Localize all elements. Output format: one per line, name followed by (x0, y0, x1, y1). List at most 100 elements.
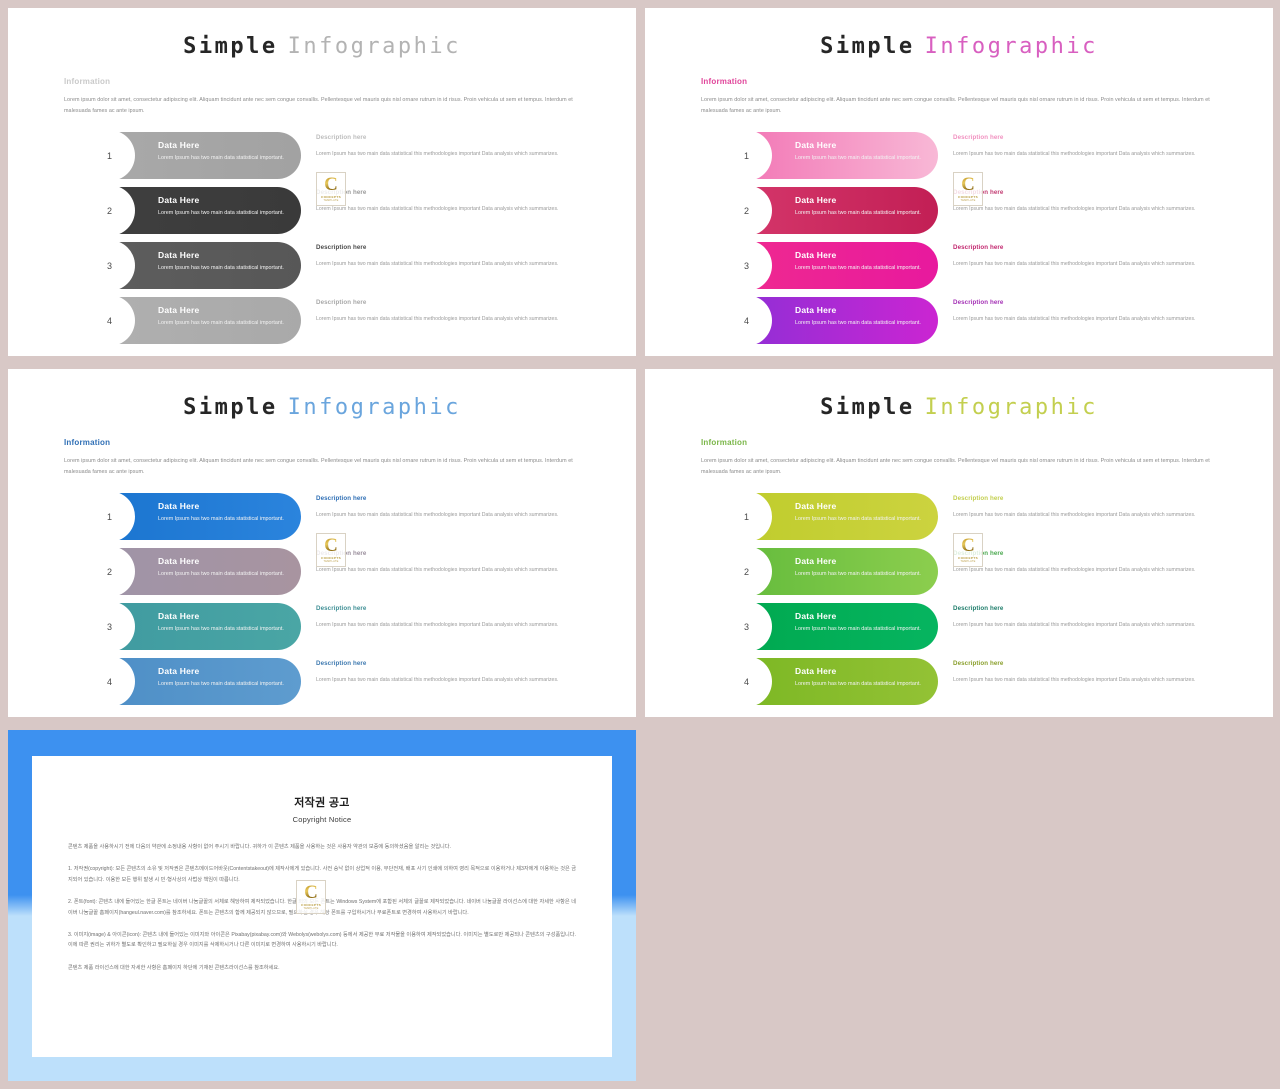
title-strong: Simple (820, 395, 915, 420)
description-block: Description here Lorem Ipsum has two main… (316, 242, 574, 269)
information-block: Information Lorem ipsum dolor sit amet, … (64, 77, 574, 116)
title-accent: Infographic (287, 395, 461, 420)
information-body: Lorem ipsum dolor sit amet, consectetur … (701, 458, 1210, 475)
page-title: Simple Infographic (8, 395, 636, 420)
pill-subtext: Lorem Ipsum has two main data statistica… (158, 320, 284, 327)
description-block: Description here Lorem Ipsum has two main… (316, 187, 574, 214)
step-number-badge: 1 (721, 491, 772, 543)
step-number-badge: 2 (84, 185, 135, 237)
information-block: Information Lorem ipsum dolor sit amet, … (701, 77, 1211, 116)
description-body: Lorem Ipsum has two main data statistica… (953, 622, 1196, 629)
step-number-badge: 3 (84, 601, 135, 653)
data-pill[interactable]: 1 Data Here Lorem Ipsum has two main data … (84, 491, 301, 543)
title-strong: Simple (183, 395, 278, 420)
description-heading: Description here (953, 550, 1004, 558)
information-heading: Information (701, 438, 748, 447)
pill-title: Data Here (158, 556, 200, 567)
description-heading: Description here (316, 244, 367, 252)
data-row[interactable]: 1 Data Here Lorem Ipsum has two main data … (84, 491, 636, 543)
description-block: Description here Lorem Ipsum has two main… (316, 658, 574, 685)
information-block: Information Lorem ipsum dolor sit amet, … (64, 438, 574, 477)
description-block: Description here Lorem Ipsum has two main… (953, 132, 1211, 159)
description-heading: Description here (316, 189, 367, 197)
data-row[interactable]: 3 Data Here Lorem Ipsum has two main data … (84, 240, 636, 292)
pill-title: Data Here (795, 250, 837, 261)
description-heading: Description here (316, 605, 367, 613)
data-pill[interactable]: 4 Data Here Lorem Ipsum has two main data … (721, 656, 938, 708)
step-number-badge: 1 (721, 130, 772, 182)
pill-subtext: Lorem Ipsum has two main data statistica… (158, 681, 284, 688)
data-row[interactable]: 4 Data Here Lorem Ipsum has two main data … (84, 656, 636, 708)
description-block: Description here Lorem Ipsum has two main… (953, 187, 1211, 214)
pill-title: Data Here (795, 305, 837, 316)
data-row[interactable]: 2 Data Here Lorem Ipsum has two main data … (721, 546, 1273, 598)
data-row[interactable]: 1 Data Here Lorem Ipsum has two main data … (721, 130, 1273, 182)
pill-subtext: Lorem Ipsum has two main data statistica… (158, 571, 284, 578)
title-accent: Infographic (924, 395, 1098, 420)
pill-title: Data Here (158, 305, 200, 316)
description-block: Description here Lorem Ipsum has two main… (953, 297, 1211, 324)
slide-copyright-notice[interactable]: 저작권 공고 Copyright Notice 콘텐츠 제품을 사용하시기 전에… (8, 730, 636, 1081)
data-pill[interactable]: 2 Data Here Lorem Ipsum has two main data … (84, 546, 301, 598)
data-row[interactable]: 3 Data Here Lorem Ipsum has two main data … (721, 240, 1273, 292)
description-body: Lorem Ipsum has two main data statistica… (316, 206, 559, 213)
description-body: Lorem Ipsum has two main data statistica… (953, 567, 1196, 574)
step-number-badge: 3 (721, 601, 772, 653)
title-strong: Simple (820, 34, 915, 59)
data-pill[interactable]: 3 Data Here Lorem Ipsum has two main data … (84, 601, 301, 653)
data-pill[interactable]: 4 Data Here Lorem Ipsum has two main data … (84, 656, 301, 708)
pill-title: Data Here (158, 195, 200, 206)
data-row[interactable]: 1 Data Here Lorem Ipsum has two main data … (84, 130, 636, 182)
data-pill[interactable]: 4 Data Here Lorem Ipsum has two main data … (84, 295, 301, 347)
data-row[interactable]: 4 Data Here Lorem Ipsum has two main data … (721, 295, 1273, 347)
data-row[interactable]: 4 Data Here Lorem Ipsum has two main data … (721, 656, 1273, 708)
step-number-badge: 2 (721, 546, 772, 598)
pill-title: Data Here (158, 140, 200, 151)
slide-green[interactable]: Simple Infographic Information Lorem ipsu… (645, 369, 1273, 717)
information-heading: Information (64, 77, 111, 86)
screenshot-canvas: Simple Infographic Information Lorem ipsu… (0, 0, 1280, 1089)
data-row[interactable]: 2 Data Here Lorem Ipsum has two main data … (84, 185, 636, 237)
copyright-paper: 저작권 공고 Copyright Notice 콘텐츠 제품을 사용하시기 전에… (32, 756, 612, 1057)
pill-title: Data Here (158, 250, 200, 261)
data-pill[interactable]: 3 Data Here Lorem Ipsum has two main data … (721, 601, 938, 653)
data-row[interactable]: 2 Data Here Lorem Ipsum has two main data … (721, 185, 1273, 237)
data-row[interactable]: 2 Data Here Lorem Ipsum has two main data … (84, 546, 636, 598)
title-accent: Infographic (287, 34, 461, 59)
description-body: Lorem Ipsum has two main data statistica… (316, 622, 559, 629)
description-block: Description here Lorem Ipsum has two main… (953, 603, 1211, 630)
description-block: Description here Lorem Ipsum has two main… (953, 548, 1211, 575)
description-heading: Description here (953, 134, 1004, 142)
data-row[interactable]: 1 Data Here Lorem Ipsum has two main data … (721, 491, 1273, 543)
data-pill[interactable]: 3 Data Here Lorem Ipsum has two main data … (84, 240, 301, 292)
data-row[interactable]: 3 Data Here Lorem Ipsum has two main data … (721, 601, 1273, 653)
description-heading: Description here (316, 660, 367, 668)
data-row[interactable]: 4 Data Here Lorem Ipsum has two main data … (84, 295, 636, 347)
information-body: Lorem ipsum dolor sit amet, consectetur … (64, 458, 573, 475)
pill-subtext: Lorem Ipsum has two main data statistica… (795, 155, 921, 162)
data-pill[interactable]: 1 Data Here Lorem Ipsum has two main data … (84, 130, 301, 182)
data-pill[interactable]: 2 Data Here Lorem Ipsum has two main data … (84, 185, 301, 237)
slide-pink[interactable]: Simple Infographic Information Lorem ipsu… (645, 8, 1273, 356)
copyright-paragraph: 1. 저작권(copyright): 모든 콘텐츠의 소유 및 저작권은 콘텐츠… (68, 866, 576, 883)
data-pill[interactable]: 2 Data Here Lorem Ipsum has two main data … (721, 185, 938, 237)
copyright-body: 콘텐츠 제품을 사용하시기 전에 다음의 약관에 소정내용 사항이 없어 주시기… (68, 842, 576, 973)
pill-title: Data Here (795, 140, 837, 151)
data-row[interactable]: 3 Data Here Lorem Ipsum has two main data … (84, 601, 636, 653)
pill-title: Data Here (158, 611, 200, 622)
slide-gray[interactable]: Simple Infographic Information Lorem ipsu… (8, 8, 636, 356)
data-pill[interactable]: 1 Data Here Lorem Ipsum has two main data … (721, 130, 938, 182)
page-title: Simple Infographic (8, 34, 636, 59)
description-body: Lorem Ipsum has two main data statistica… (316, 677, 559, 684)
slide-blue[interactable]: Simple Infographic Information Lorem ipsu… (8, 369, 636, 717)
pill-subtext: Lorem Ipsum has two main data statistica… (158, 516, 284, 523)
data-pill[interactable]: 1 Data Here Lorem Ipsum has two main data … (721, 491, 938, 543)
data-pill[interactable]: 2 Data Here Lorem Ipsum has two main data … (721, 546, 938, 598)
data-pill[interactable]: 4 Data Here Lorem Ipsum has two main data … (721, 295, 938, 347)
copyright-title: 저작권 공고 (294, 797, 350, 809)
description-block: Description here Lorem Ipsum has two main… (953, 493, 1211, 520)
description-body: Lorem Ipsum has two main data statistica… (316, 316, 559, 323)
data-pill[interactable]: 3 Data Here Lorem Ipsum has two main data … (721, 240, 938, 292)
copyright-paragraph: 2. 폰트(font): 콘텐츠 내에 들어있는 한글 폰트는 네이버 나눔글꼴… (68, 899, 576, 916)
pill-subtext: Lorem Ipsum has two main data statistica… (158, 626, 284, 633)
